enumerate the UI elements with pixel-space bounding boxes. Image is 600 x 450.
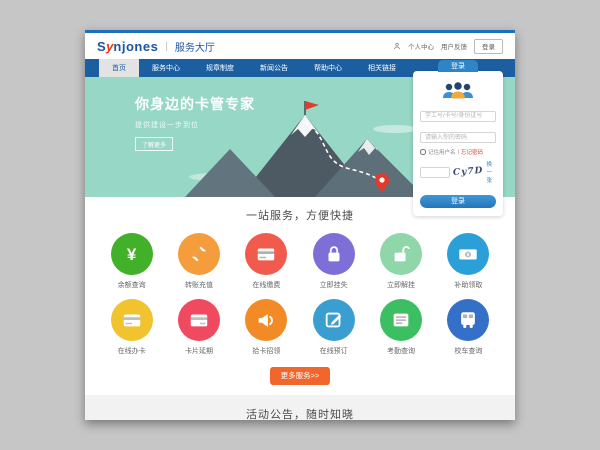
bus-icon xyxy=(457,309,479,331)
yen-icon: ¥ xyxy=(127,246,136,263)
service-circle xyxy=(245,299,287,341)
service-label: 在线办卡 xyxy=(118,346,146,356)
card-icon xyxy=(188,309,210,331)
nav-item-service-center[interactable]: 服务中心 xyxy=(139,59,193,77)
logo-text: S xyxy=(97,39,106,54)
service-item-school-bus[interactable]: 校车查询 xyxy=(435,299,502,356)
service-item-balance[interactable]: ¥ 余额查询 xyxy=(98,233,165,290)
services-grid: ¥ 余额查询 转账充值 在线缴费 xyxy=(98,233,502,356)
logo-divider: | xyxy=(165,41,168,52)
service-label: 校车查询 xyxy=(454,346,482,356)
brand-logo[interactable]: Synjones | 服务大厅 xyxy=(97,39,215,54)
captcha-refresh-link[interactable]: 换一张 xyxy=(486,160,496,184)
nav-item-home[interactable]: 首页 xyxy=(99,59,139,77)
service-item-apply-card[interactable]: 在线办卡 xyxy=(98,299,165,356)
service-item-report-loss[interactable]: 立即挂失 xyxy=(300,233,367,290)
captcha-image[interactable]: Cy7D xyxy=(453,166,484,178)
remember-checkbox[interactable] xyxy=(420,149,426,155)
announcements-title: 活动公告，随时知晓 xyxy=(85,406,515,421)
account-input[interactable] xyxy=(420,111,496,122)
password-input[interactable] xyxy=(420,132,496,143)
nav-item-links[interactable]: 相关链接 xyxy=(355,59,409,77)
service-circle xyxy=(178,233,220,275)
service-label: 卡片延期 xyxy=(185,346,213,356)
forgot-password-link[interactable]: 忘记密码 xyxy=(461,148,483,156)
login-options-row: 记住用户名 | 忘记密码 xyxy=(420,148,496,156)
users-group-icon xyxy=(420,82,496,99)
services-section: 一站服务，方便快捷 ¥ 余额查询 转账充值 xyxy=(85,197,515,385)
logo-y-accent: y xyxy=(106,39,113,54)
hero-cta-button[interactable]: 了解更多 xyxy=(135,137,173,151)
topbar-login-button[interactable]: 登录 xyxy=(474,39,503,54)
service-label: 拾卡招领 xyxy=(252,346,280,356)
login-submit-button[interactable]: 登录 xyxy=(420,195,496,208)
service-circle: ¥ xyxy=(447,233,489,275)
login-panel: 登录 记住用户名 | 忘记密码 xyxy=(413,71,503,216)
desktop-background: Synjones | 服务大厅 个人中心 用户反馈 登录 首页 服务中心 规章制… xyxy=(0,0,600,450)
service-item-found-card[interactable]: 拾卡招领 xyxy=(233,299,300,356)
service-circle xyxy=(111,299,153,341)
service-circle xyxy=(447,299,489,341)
service-label: 在线缴费 xyxy=(252,280,280,290)
topbar-links: 个人中心 用户反馈 登录 xyxy=(393,39,503,54)
captcha-row: Cy7D 换一张 xyxy=(420,160,496,184)
service-item-unfreeze[interactable]: 立即解挂 xyxy=(367,233,434,290)
service-circle: ¥ xyxy=(111,233,153,275)
megaphone-icon xyxy=(255,309,277,331)
service-item-pay-online[interactable]: 在线缴费 xyxy=(233,233,300,290)
service-circle xyxy=(313,233,355,275)
more-services-button[interactable]: 更多服务>> xyxy=(270,367,331,385)
hero-banner: 你身边的卡管专家 提供建设一步到位 了解更多 登录 记住用户名 xyxy=(85,77,515,197)
service-label: 考勤查询 xyxy=(387,346,415,356)
service-circle xyxy=(380,233,422,275)
service-label: 立即挂失 xyxy=(320,280,348,290)
edit-icon xyxy=(323,309,345,331)
unlock-icon xyxy=(390,243,412,265)
service-item-transfer[interactable]: 转账充值 xyxy=(165,233,232,290)
nav-item-news[interactable]: 新闻公告 xyxy=(247,59,301,77)
service-label: 立即解挂 xyxy=(387,280,415,290)
service-item-subsidy[interactable]: ¥ 补助领取 xyxy=(435,233,502,290)
banknote-icon: ¥ xyxy=(457,243,479,265)
remember-label: 记住用户名 xyxy=(428,148,456,156)
site-name: 服务大厅 xyxy=(175,39,215,54)
nav-item-help-center[interactable]: 帮助中心 xyxy=(301,59,355,77)
service-label: 在线预订 xyxy=(320,346,348,356)
service-circle xyxy=(245,233,287,275)
login-tab[interactable]: 登录 xyxy=(438,60,478,72)
lock-icon xyxy=(323,243,345,265)
announcements-section: 活动公告，随时知晓 使用指南 最新公告 更多>> 使用指南 更多>> xyxy=(85,395,515,421)
list-icon xyxy=(390,309,412,331)
service-label: 转账充值 xyxy=(185,280,213,290)
person-icon xyxy=(393,42,401,50)
browser-page: Synjones | 服务大厅 个人中心 用户反馈 登录 首页 服务中心 规章制… xyxy=(85,30,515,420)
service-circle xyxy=(380,299,422,341)
service-circle xyxy=(313,299,355,341)
card-icon xyxy=(121,309,143,331)
hero-title: 你身边的卡管专家 xyxy=(135,94,255,114)
logo-text-rest: njones xyxy=(113,39,158,54)
nav-item-rules[interactable]: 规章制度 xyxy=(193,59,247,77)
personal-center-link[interactable]: 个人中心 xyxy=(408,41,434,51)
transfer-arrows-icon xyxy=(188,243,210,265)
service-label: 余额查询 xyxy=(118,280,146,290)
feedback-link[interactable]: 用户反馈 xyxy=(441,41,467,51)
hero-subtitle: 提供建设一步到位 xyxy=(135,120,255,130)
captcha-input[interactable] xyxy=(420,167,450,178)
service-label: 补助领取 xyxy=(454,280,482,290)
site-header: Synjones | 服务大厅 个人中心 用户反馈 登录 xyxy=(85,33,515,59)
service-item-card-renewal[interactable]: 卡片延期 xyxy=(165,299,232,356)
options-separator: | xyxy=(458,149,459,155)
bank-card-icon xyxy=(255,243,277,265)
service-circle xyxy=(178,299,220,341)
service-item-online-booking[interactable]: 在线预订 xyxy=(300,299,367,356)
service-item-attendance[interactable]: 考勤查询 xyxy=(367,299,434,356)
hero-copy: 你身边的卡管专家 提供建设一步到位 了解更多 xyxy=(135,94,255,152)
